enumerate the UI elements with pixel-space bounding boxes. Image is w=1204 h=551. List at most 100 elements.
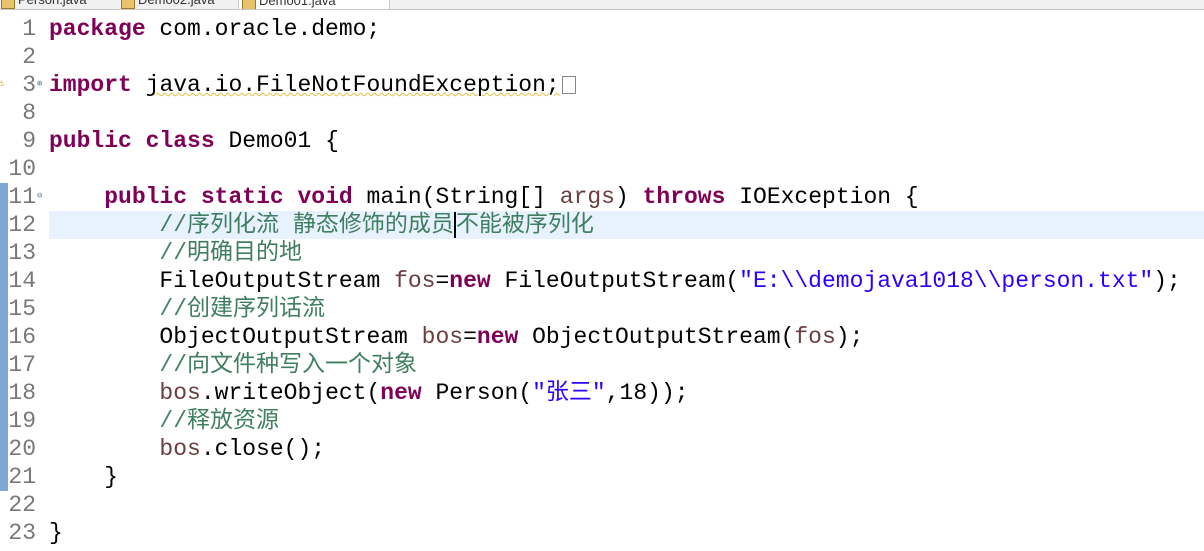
token: "张三"	[532, 380, 606, 406]
collapse-fold-icon[interactable]: ⊖	[37, 191, 42, 201]
code-text[interactable]: FileOutputStream fos=new FileOutputStrea…	[49, 267, 1204, 295]
code-text[interactable]	[49, 99, 1204, 127]
code-line: 22	[0, 491, 1204, 519]
code-line: 17 //向文件种写入一个对象	[0, 351, 1204, 379]
token: //释放资源	[159, 408, 280, 434]
code-editor[interactable]: 1 package com.oracle.demo; 2 ⚠ 3 ⊕ import java…	[0, 15, 1204, 547]
code-line: 23}	[0, 519, 1204, 547]
code-text[interactable]: //明确目的地	[49, 239, 1204, 267]
tab-demo01[interactable]: Demo01.java	[238, 0, 390, 9]
token: ,18));	[605, 380, 689, 406]
token: ObjectOutputStream	[49, 324, 422, 350]
token: bos	[159, 436, 201, 462]
token: //明确目的地	[159, 240, 303, 266]
expand-fold-icon[interactable]: ⊕	[37, 79, 42, 89]
code-line: 14 FileOutputStream fos=new FileOutputSt…	[0, 267, 1204, 295]
tab-person[interactable]: Person.java	[0, 0, 128, 9]
code-text[interactable]: //释放资源	[49, 407, 1204, 435]
token: public	[49, 128, 132, 154]
code-text[interactable]: }	[49, 519, 1204, 547]
code-text[interactable]: public class Demo01 {	[49, 127, 1204, 155]
code-text[interactable]: bos.close();	[49, 435, 1204, 463]
token: }	[49, 464, 119, 490]
line-number: 12	[8, 212, 36, 238]
tab-label: Demo02.java	[138, 0, 215, 7]
token: import	[49, 72, 132, 98]
token: new	[476, 324, 519, 350]
token: //序列化流 静态修饰的成员	[159, 212, 454, 238]
token: main(String[]	[352, 184, 560, 210]
token: java.io.FileNotFoundException;	[145, 72, 560, 98]
token: throws	[642, 184, 726, 210]
token: );	[835, 324, 864, 350]
token: fos	[394, 268, 436, 294]
token: args	[559, 184, 615, 210]
code-text[interactable]: //序列化流 静态修饰的成员不能被序列化	[49, 211, 1204, 239]
code-text[interactable]: ObjectOutputStream bos=new ObjectOutputS…	[49, 323, 1204, 351]
code-text[interactable]	[49, 43, 1204, 71]
line-number: 18	[8, 380, 36, 406]
code-text[interactable]: public static void main(String[] args) t…	[49, 183, 1204, 211]
code-text[interactable]: package com.oracle.demo;	[49, 15, 1204, 43]
token: static	[200, 184, 284, 210]
code-text[interactable]: import java.io.FileNotFoundException;	[49, 71, 1204, 99]
code-line: 2	[0, 43, 1204, 71]
token: )	[614, 184, 643, 210]
line-number: 8	[22, 100, 36, 126]
token: FileOutputStream	[49, 268, 395, 294]
token: "E:\\demojava1018\\person.txt"	[739, 268, 1154, 294]
line-number: 15	[8, 296, 36, 322]
line-number: 20	[8, 436, 36, 462]
code-text[interactable]	[49, 491, 1204, 519]
code-line: 8	[0, 99, 1204, 127]
code-line: 15 //创建序列话流	[0, 295, 1204, 323]
line-number: 21	[8, 464, 36, 490]
token: public	[104, 184, 188, 210]
line-number: 3	[22, 72, 36, 98]
code-line: 11 ⊖ public static void main(String[] arg…	[0, 183, 1204, 211]
code-line: 13 //明确目的地	[0, 239, 1204, 267]
line-number: 22	[8, 492, 36, 518]
token: .writeObject(	[200, 380, 381, 406]
token: new	[449, 268, 491, 294]
code-text[interactable]: //向文件种写入一个对象	[49, 351, 1204, 379]
token: bos	[421, 324, 464, 350]
code-line: ⚠ 3 ⊕ import java.io.FileNotFoundException;	[0, 71, 1204, 99]
code-text[interactable]: bos.writeObject(new Person("张三",18));	[49, 379, 1204, 407]
code-line: 9 public class Demo01 {	[0, 127, 1204, 155]
tab-demo02[interactable]: Demo02.java	[118, 0, 248, 9]
token: =	[435, 268, 450, 294]
token: }	[49, 520, 63, 546]
code-text[interactable]: //创建序列话流	[49, 295, 1204, 323]
tab-label: Person.java	[18, 0, 87, 7]
line-number: 17	[8, 352, 36, 378]
java-file-icon	[1, 0, 15, 9]
code-text[interactable]: }	[49, 463, 1204, 491]
token: ObjectOutputStream(	[518, 324, 795, 350]
line-number: 1	[22, 16, 36, 42]
token: //创建序列话流	[159, 296, 326, 322]
token: package	[49, 16, 146, 42]
line-number: 11	[8, 184, 36, 210]
code-text[interactable]	[49, 155, 1204, 183]
line-number: 19	[8, 408, 36, 434]
token: bos	[159, 380, 201, 406]
editor-tabs: Person.java Demo02.java Demo01.java	[0, 0, 1204, 10]
token: fos	[794, 324, 836, 350]
token: FileOutputStream(	[490, 268, 740, 294]
folded-code-marker[interactable]	[561, 75, 576, 94]
code-line: 21 }	[0, 463, 1204, 491]
token: Demo01 {	[214, 128, 339, 154]
line-number: 16	[8, 324, 36, 350]
